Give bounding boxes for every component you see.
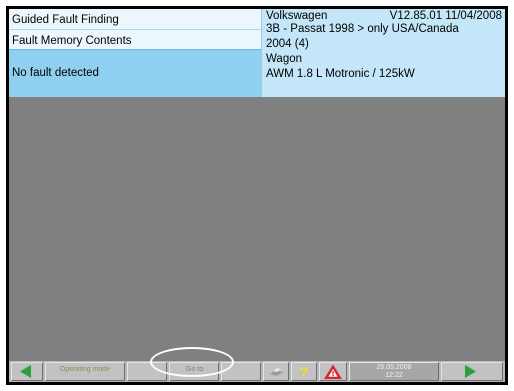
back-button[interactable] <box>11 362 43 381</box>
print-icon <box>270 368 283 376</box>
vehicle-model: 3B - Passat 1998 > only USA/Canada <box>266 23 459 35</box>
software-version: V12.85.01 11/04/2008 <box>389 10 502 22</box>
print-button[interactable] <box>263 362 289 381</box>
date-text: 26.05.2008 <box>376 364 412 371</box>
mode-title: Guided Fault Finding <box>9 9 261 29</box>
svg-text:?: ? <box>299 364 308 380</box>
vehicle-make: Volkswagen <box>266 10 328 22</box>
highlight-oval <box>150 347 234 377</box>
time-text: 12:22 <box>385 372 403 379</box>
help-button[interactable]: ? <box>291 362 317 381</box>
main-content-area <box>9 97 505 361</box>
vehicle-body: Wagon <box>266 53 303 65</box>
bottom-toolbar: Operating mode Go to ? 26.05.2008 12:22 <box>9 361 505 382</box>
vehicle-year: 2004 (4) <box>266 38 309 50</box>
fault-status[interactable]: No fault detected <box>9 49 261 97</box>
window-frame: Guided Fault Finding Fault Memory Conten… <box>6 6 508 385</box>
back-arrow-icon <box>20 365 31 378</box>
date-time-display: 26.05.2008 12:22 <box>349 362 439 381</box>
forward-button[interactable] <box>441 362 503 381</box>
header-left-panel: Guided Fault Finding Fault Memory Conten… <box>9 9 261 97</box>
operating-mode-label: Operating mode <box>59 366 111 373</box>
help-icon: ? <box>299 364 308 380</box>
date-time-readout: 26.05.2008 12:22 <box>350 364 438 380</box>
warning-icon <box>324 364 342 379</box>
vehicle-engine: AWM 1.8 L Motronic / 125kW <box>266 68 415 80</box>
function-title: Fault Memory Contents <box>9 29 261 49</box>
warning-button[interactable] <box>319 362 347 381</box>
forward-arrow-icon <box>465 365 476 378</box>
vehicle-info-panel: Volkswagen V12.85.01 11/04/2008 3B - Pas… <box>261 9 505 97</box>
diagnostic-screen: Guided Fault Finding Fault Memory Conten… <box>9 9 505 382</box>
operating-mode-button[interactable]: Operating mode <box>45 362 125 381</box>
